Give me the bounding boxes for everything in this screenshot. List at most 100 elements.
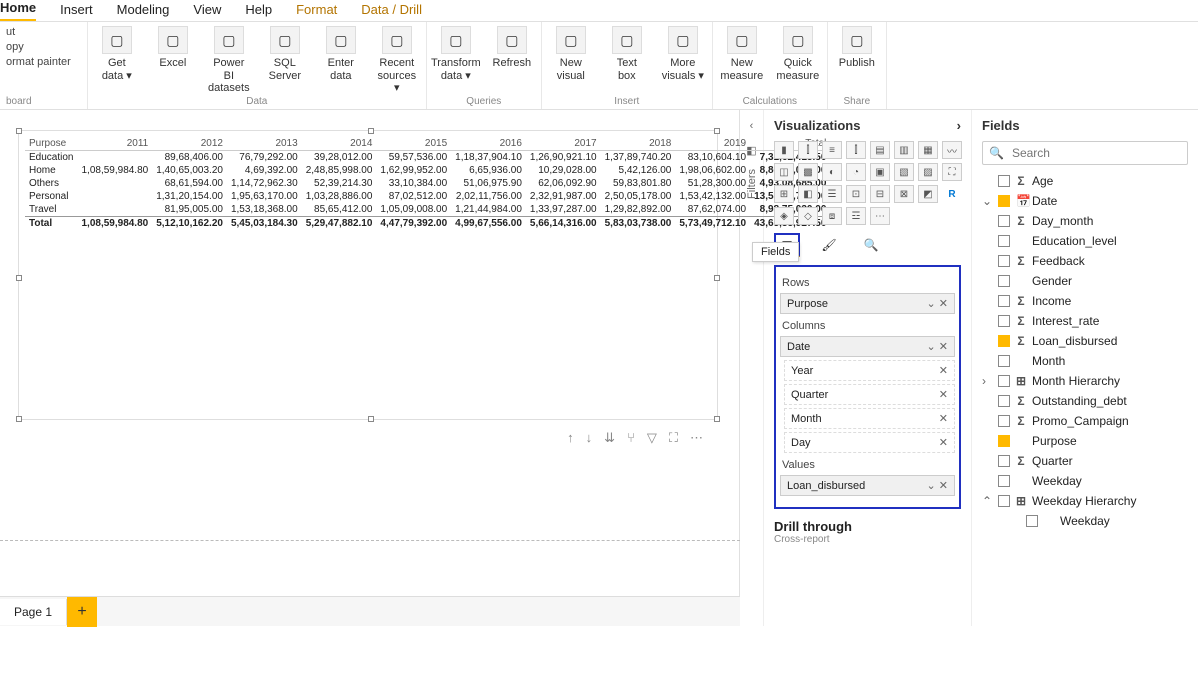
matrix-visual[interactable]: Purpose201120122013201420152016201720182… bbox=[25, 137, 830, 230]
remove-icon[interactable]: ✕ bbox=[939, 388, 948, 401]
field-weekday[interactable]: Weekday bbox=[982, 473, 1188, 489]
field-checkbox[interactable] bbox=[998, 455, 1010, 467]
clipboard-format-painter[interactable]: ormat painter bbox=[6, 56, 71, 68]
fields-search[interactable]: 🔍 bbox=[982, 141, 1188, 165]
field-purpose[interactable]: Purpose bbox=[982, 433, 1188, 449]
viz-type-icon[interactable]: ◐ bbox=[822, 163, 842, 181]
viz-type-icon[interactable]: ▨ bbox=[918, 163, 938, 181]
table-row[interactable]: Personal1,31,20,154.001,95,63,170.001,03… bbox=[25, 190, 830, 203]
ribbon-text-box[interactable]: ▢Textbox bbox=[604, 26, 650, 82]
expand-filters-icon[interactable]: ‹ bbox=[750, 120, 754, 132]
remove-icon[interactable]: ✕ bbox=[939, 436, 948, 449]
ribbon-excel[interactable]: ▢Excel bbox=[150, 26, 196, 70]
ribbon-enter-data[interactable]: ▢Enterdata bbox=[318, 26, 364, 82]
field-day-month[interactable]: ΣDay_month bbox=[982, 213, 1188, 229]
ribbon-new-visual[interactable]: ▢Newvisual bbox=[548, 26, 594, 82]
field-weekday[interactable]: Weekday bbox=[982, 513, 1188, 529]
field-checkbox[interactable] bbox=[1026, 515, 1038, 527]
viz-type-icon[interactable]: ⋯ bbox=[870, 207, 890, 225]
cols-sub-year[interactable]: Year✕ bbox=[784, 360, 955, 381]
field-checkbox[interactable] bbox=[998, 315, 1010, 327]
field-checkbox[interactable] bbox=[998, 255, 1010, 267]
chevron-right-icon[interactable]: › bbox=[982, 374, 992, 388]
more-icon[interactable]: ⋯ bbox=[690, 430, 703, 446]
viz-type-icon[interactable]: ◈ bbox=[774, 207, 794, 225]
field-checkbox[interactable] bbox=[998, 435, 1010, 447]
analytics-mode-button[interactable]: 🔍 bbox=[858, 233, 884, 257]
field-checkbox[interactable] bbox=[998, 235, 1010, 247]
focus-icon[interactable]: ⛶ bbox=[669, 430, 678, 446]
clipboard-copy[interactable]: opy bbox=[6, 41, 71, 53]
viz-type-icon[interactable]: ◔ bbox=[846, 163, 866, 181]
field-checkbox[interactable] bbox=[998, 175, 1010, 187]
field-checkbox[interactable] bbox=[998, 395, 1010, 407]
format-mode-button[interactable]: 🖌 bbox=[816, 233, 842, 257]
field-checkbox[interactable] bbox=[998, 355, 1010, 367]
viz-type-icon[interactable]: ▧ bbox=[894, 163, 914, 181]
field-feedback[interactable]: ΣFeedback bbox=[982, 253, 1188, 269]
viz-type-icon[interactable]: ◧ bbox=[798, 185, 818, 203]
field-month-hierarchy[interactable]: ›⊞Month Hierarchy bbox=[982, 373, 1188, 389]
viz-type-icon[interactable]: ⧈ bbox=[822, 207, 842, 225]
field-month[interactable]: Month bbox=[982, 353, 1188, 369]
viz-pane-chevron-icon[interactable]: › bbox=[957, 118, 961, 133]
table-row[interactable]: Education89,68,406.0076,79,292.0039,28,0… bbox=[25, 151, 830, 165]
viz-type-icon[interactable]: ⊡ bbox=[846, 185, 866, 203]
table-row[interactable]: Home1,08,59,984.801,40,65,003.204,69,392… bbox=[25, 164, 830, 177]
expand-all-icon[interactable]: ⑂ bbox=[627, 430, 635, 446]
viz-type-icon[interactable]: 〰 bbox=[942, 141, 962, 159]
ribbon-quick-measure[interactable]: ▢Quickmeasure bbox=[775, 26, 821, 82]
viz-type-icon[interactable]: ▤ bbox=[870, 141, 890, 159]
cols-sub-month[interactable]: Month✕ bbox=[784, 408, 955, 429]
ribbon-more-visuals-[interactable]: ▢Morevisuals ▾ bbox=[660, 26, 706, 82]
ribbon-new-measure[interactable]: ▢Newmeasure bbox=[719, 26, 765, 82]
tab-view[interactable]: View bbox=[193, 2, 221, 21]
page-tab-1[interactable]: Page 1 bbox=[0, 599, 67, 625]
remove-icon[interactable]: ✕ bbox=[939, 480, 948, 492]
viz-type-icon[interactable]: ☰ bbox=[822, 185, 842, 203]
viz-type-icon[interactable]: ▩ bbox=[798, 163, 818, 181]
viz-type-icon[interactable]: ≡ bbox=[822, 141, 842, 159]
field-checkbox[interactable] bbox=[998, 495, 1010, 507]
ribbon-publish[interactable]: ▢Publish bbox=[834, 26, 880, 70]
drill-up-icon[interactable]: ↑ bbox=[567, 430, 574, 446]
field-checkbox[interactable] bbox=[998, 375, 1010, 387]
add-page-button[interactable]: + bbox=[67, 597, 97, 627]
remove-icon[interactable]: ✕ bbox=[939, 364, 948, 377]
field-checkbox[interactable] bbox=[998, 335, 1010, 347]
tab-modeling[interactable]: Modeling bbox=[117, 2, 170, 21]
drill-down-icon[interactable]: ↓ bbox=[586, 430, 593, 446]
tab-help[interactable]: Help bbox=[245, 2, 272, 21]
viz-type-icon[interactable]: ◫ bbox=[774, 163, 794, 181]
chevron-up-icon[interactable]: ⌃ bbox=[982, 494, 992, 508]
ribbon-refresh[interactable]: ▢Refresh bbox=[489, 26, 535, 70]
viz-type-icon[interactable]: ⫿ bbox=[846, 141, 866, 159]
field-promo-campaign[interactable]: ΣPromo_Campaign bbox=[982, 413, 1188, 429]
remove-icon[interactable]: ✕ bbox=[939, 412, 948, 425]
chevron-down-icon[interactable]: ⌄ bbox=[927, 341, 936, 353]
viz-type-icon[interactable]: ◇ bbox=[798, 207, 818, 225]
field-checkbox[interactable] bbox=[998, 475, 1010, 487]
field-outstanding-debt[interactable]: ΣOutstanding_debt bbox=[982, 393, 1188, 409]
viz-type-icon[interactable]: ☲ bbox=[846, 207, 866, 225]
chevron-down-icon[interactable]: ⌄ bbox=[982, 194, 992, 208]
field-checkbox[interactable] bbox=[998, 215, 1010, 227]
clipboard-cut[interactable]: ut bbox=[6, 26, 71, 38]
viz-type-icon[interactable]: ⊟ bbox=[870, 185, 890, 203]
viz-type-icon[interactable]: R bbox=[942, 185, 962, 203]
ribbon-sql-server[interactable]: ▢SQLServer bbox=[262, 26, 308, 82]
cols-sub-quarter[interactable]: Quarter✕ bbox=[784, 384, 955, 405]
field-checkbox[interactable] bbox=[998, 415, 1010, 427]
tab-format[interactable]: Format bbox=[296, 2, 337, 21]
field-age[interactable]: ΣAge bbox=[982, 173, 1188, 189]
table-row[interactable]: Travel81,95,005.001,53,18,368.0085,65,41… bbox=[25, 203, 830, 217]
field-checkbox[interactable] bbox=[998, 295, 1010, 307]
chevron-down-icon[interactable]: ⌄ bbox=[927, 480, 936, 492]
viz-type-icon[interactable]: ⛶ bbox=[942, 163, 962, 181]
cols-pill-date[interactable]: Date ⌄ ✕ bbox=[780, 336, 955, 357]
field-checkbox[interactable] bbox=[998, 195, 1010, 207]
tab-insert[interactable]: Insert bbox=[60, 2, 93, 21]
viz-type-icon[interactable]: ◩ bbox=[918, 185, 938, 203]
remove-icon[interactable]: ✕ bbox=[939, 298, 948, 310]
field-loan-disbursed[interactable]: ΣLoan_disbursed bbox=[982, 333, 1188, 349]
